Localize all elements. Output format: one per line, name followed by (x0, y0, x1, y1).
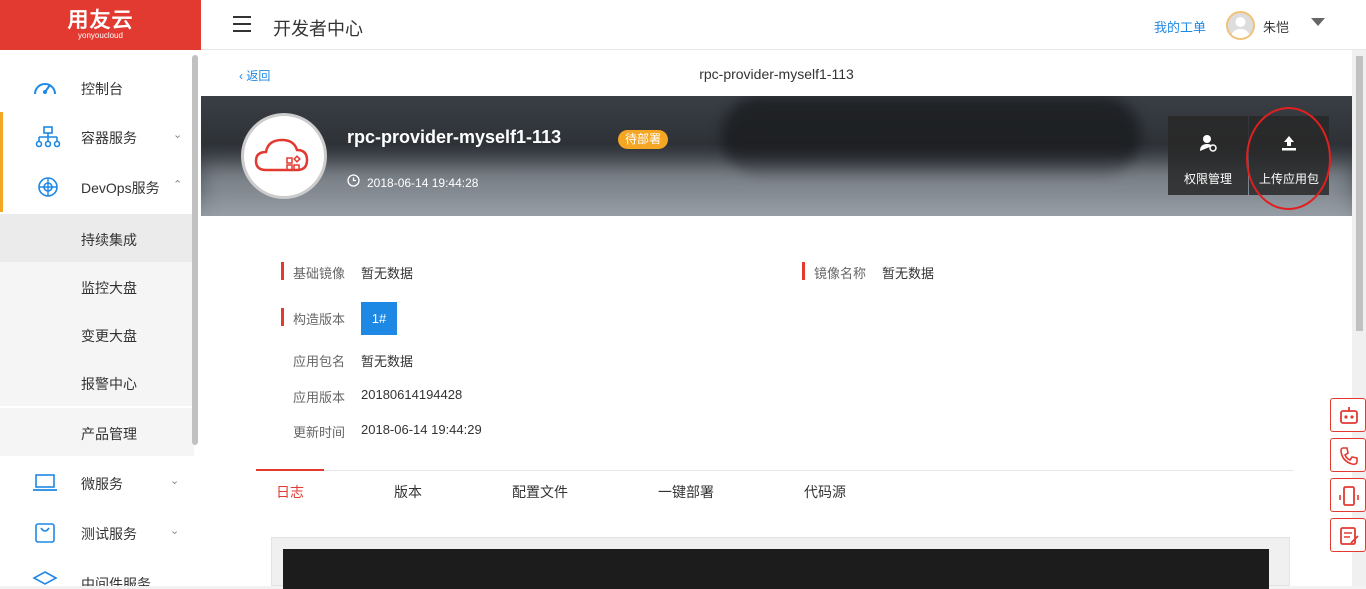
sidebar-item-container[interactable]: 容器服务 ⌄ (0, 112, 194, 162)
user-name[interactable]: 朱恺 (1263, 17, 1289, 36)
active-tab-indicator (256, 469, 324, 471)
sidebar: 用友云 yonyoucloud 控制台 容器服务 ⌄ DevOps服务 ⌃ 持续… (0, 0, 201, 586)
info-app-version: 应用版本 20180614194428 (281, 386, 681, 406)
sidebar-subitem-product[interactable]: 产品管理 (0, 408, 194, 456)
sidebar-item-console[interactable]: 控制台 (0, 63, 194, 113)
log-panel (271, 537, 1290, 589)
info-label: 应用包名 (293, 354, 346, 369)
info-base-image: 基础镜像 暂无数据 (281, 262, 681, 282)
edit-note-icon (1340, 527, 1359, 545)
chevron-down-icon: ⌄ (170, 525, 180, 537)
app-banner: rpc-provider-myself1-113 待部署 2018-06-14 … (201, 96, 1352, 216)
info-label: 基础镜像 (293, 266, 346, 281)
sidebar-subitem-label: 变更大盘 (81, 328, 137, 344)
info-value: 2018-06-14 19:44:29 (361, 422, 482, 437)
user-settings-icon (1200, 135, 1217, 152)
mobile-icon (1339, 486, 1359, 506)
main-content: rpc-provider-myself1-113 ‹ 返回 rpc-provid… (201, 50, 1352, 589)
permission-manage-label: 权限管理 (1183, 172, 1232, 186)
clock-icon (347, 174, 360, 187)
info-value: 20180614194428 (361, 387, 463, 402)
info-label: 更新时间 (293, 425, 346, 440)
shopping-bag-icon (35, 523, 55, 543)
sidebar-subitem-alarm[interactable]: 报警中心 (0, 358, 194, 406)
menu-icon[interactable] (233, 16, 251, 32)
sidebar-item-label: 中间件服务 (81, 576, 151, 586)
sidebar-item-testing[interactable]: 测试服务 ⌄ (0, 508, 194, 558)
brand-logo[interactable]: 用友云 yonyoucloud (0, 0, 201, 50)
top-bar: 开发者中心 我的工单 朱恺 (201, 0, 1366, 50)
permission-manage-button[interactable]: 权限管理 (1168, 116, 1248, 195)
dashboard-icon (34, 83, 56, 95)
info-label: 镜像名称 (814, 266, 867, 281)
info-value: 暂无数据 (361, 354, 414, 369)
sidebar-item-label: 测试服务 (81, 526, 137, 542)
sidebar-item-label: 控制台 (81, 81, 123, 97)
sidebar-subitem-ci[interactable]: 持续集成 (0, 214, 194, 262)
highlight-circle (1246, 107, 1331, 210)
info-build-version: 构造版本 (281, 308, 361, 328)
log-console[interactable] (283, 549, 1269, 589)
info-label: 应用版本 (293, 390, 346, 405)
sidebar-item-devops[interactable]: DevOps服务 ⌃ (0, 162, 194, 212)
info-label: 构造版本 (293, 312, 346, 327)
back-link[interactable]: ‹ 返回 (239, 67, 270, 84)
cloud-app-icon (254, 138, 309, 172)
build-version-tag[interactable]: 1# (361, 302, 397, 335)
sidebar-subitem-label: 报警中心 (81, 376, 137, 392)
my-ticket-link[interactable]: 我的工单 (1154, 17, 1206, 36)
sidebar-item-middleware[interactable]: 中间件服务 (0, 558, 194, 586)
brand-name: 用友云 (67, 9, 134, 32)
feedback-button[interactable] (1330, 518, 1366, 552)
back-label: 返回 (246, 69, 271, 83)
tab-log[interactable]: 日志 (276, 482, 304, 502)
sidebar-subitem-change[interactable]: 变更大盘 (0, 310, 194, 358)
sidebar-item-label: DevOps服务 (81, 180, 160, 196)
info-package-name: 应用包名 暂无数据 (281, 350, 681, 370)
brand-subtitle: yonyoucloud (78, 31, 123, 40)
chevron-down-icon: ⌄ (173, 129, 183, 141)
info-value: 暂无数据 (361, 266, 414, 281)
page-title: rpc-provider-myself1-113 (699, 66, 854, 82)
tab-config-files[interactable]: 配置文件 (512, 482, 568, 502)
tab-version[interactable]: 版本 (394, 482, 422, 502)
header-title: 开发者中心 (273, 19, 363, 39)
sidebar-subitem-label: 产品管理 (81, 426, 137, 442)
tab-bar: 日志 版本 配置文件 一键部署 代码源 (256, 469, 1294, 511)
sidebar-subitem-label: 持续集成 (81, 232, 137, 248)
phone-icon (1340, 447, 1358, 466)
robot-icon (1340, 407, 1358, 424)
mobile-button[interactable] (1330, 478, 1366, 512)
aperture-icon (38, 177, 58, 197)
laptop-icon (33, 474, 57, 491)
sidebar-item-label: 容器服务 (81, 130, 137, 146)
status-badge: 待部署 (618, 130, 669, 149)
caret-down-icon[interactable] (1311, 18, 1325, 26)
sidebar-item-microservice[interactable]: 微服务 ⌄ (0, 458, 194, 508)
chevron-up-icon: ⌃ (173, 179, 183, 191)
created-time: 2018-06-14 19:44:28 (367, 176, 479, 190)
phone-button[interactable] (1330, 438, 1366, 472)
tab-code-source[interactable]: 代码源 (804, 482, 846, 502)
avatar[interactable] (1226, 11, 1255, 40)
sidebar-subitem-monitor[interactable]: 监控大盘 (0, 262, 194, 310)
info-value: 暂无数据 (882, 266, 935, 281)
robot-assistant-button[interactable] (1330, 398, 1366, 432)
info-updated-time: 更新时间 2018-06-14 19:44:29 (281, 421, 681, 441)
sidebar-scrollbar[interactable] (192, 55, 198, 445)
tab-one-click-deploy[interactable]: 一键部署 (658, 482, 714, 502)
sidebar-item-label: 微服务 (81, 476, 123, 492)
app-logo (241, 113, 327, 199)
app-name: rpc-provider-myself1-113 (347, 127, 562, 147)
layers-icon (32, 571, 58, 585)
sidebar-subitem-label: 监控大盘 (81, 280, 137, 296)
chevron-down-icon: ⌄ (170, 475, 180, 487)
user-icon (1231, 17, 1250, 38)
network-icon (35, 126, 61, 148)
info-image-name: 镜像名称 暂无数据 (802, 262, 1202, 282)
